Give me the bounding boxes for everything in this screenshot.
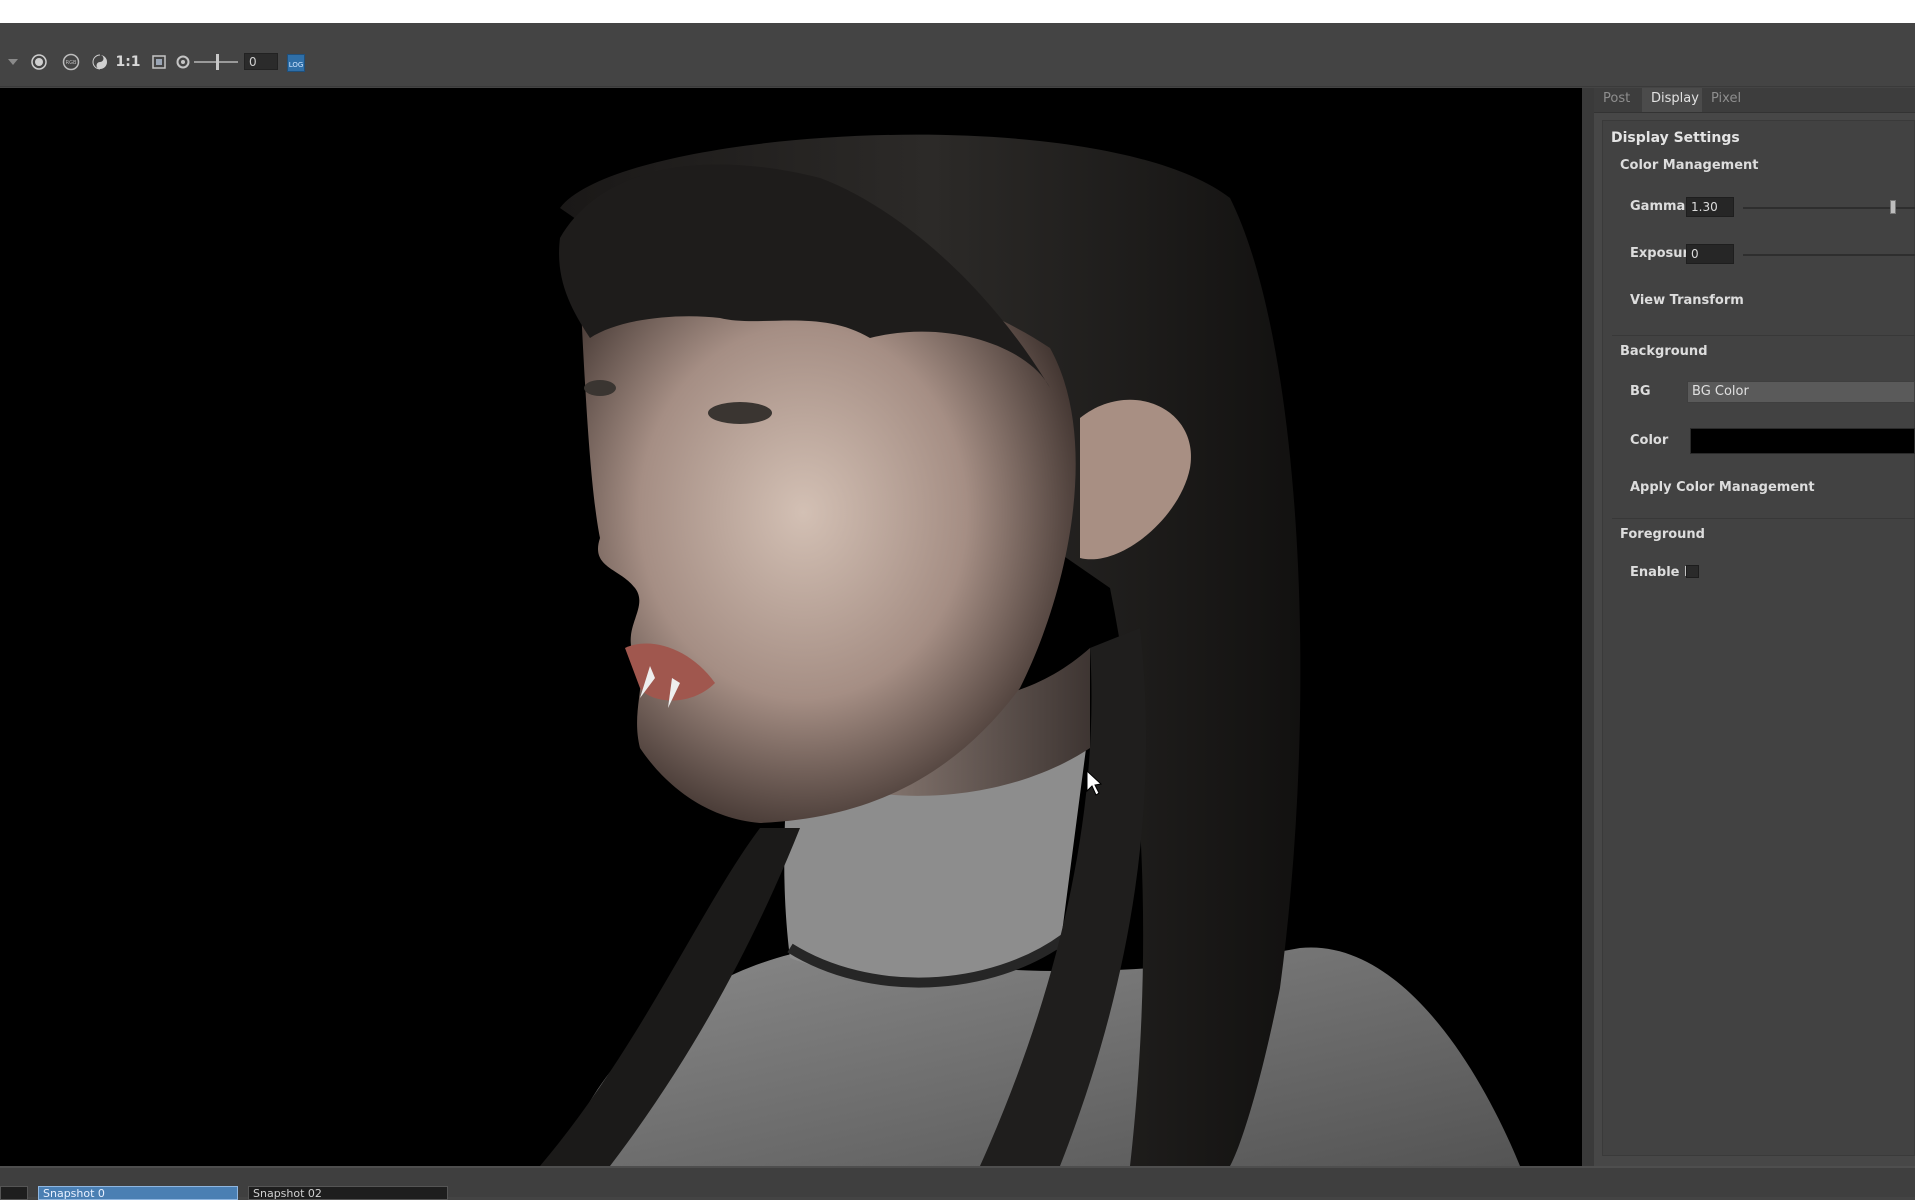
render-viewport[interactable] (0, 88, 1582, 1166)
bg-label: BG (1630, 384, 1651, 399)
rgb-icon[interactable]: RGB (61, 52, 81, 72)
display-settings-group (1602, 120, 1915, 1156)
bg-color-swatch[interactable] (1690, 428, 1915, 454)
gamma-field[interactable]: 1.30 (1686, 197, 1734, 217)
tab-display[interactable]: Display (1642, 88, 1702, 112)
exposure-field[interactable]: 0 (244, 53, 278, 70)
eye-right (708, 402, 772, 424)
section-title-color-management[interactable]: Color Management (1620, 158, 1759, 173)
title-strip (0, 0, 1915, 23)
log-toggle-icon[interactable]: LOG (287, 54, 305, 72)
bg-dropdown[interactable]: BG Color (1687, 381, 1915, 403)
tab-pixel[interactable]: Pixel (1702, 88, 1754, 112)
exposure-panel-field[interactable]: 0 (1686, 244, 1734, 264)
gamma-label: Gamma (1630, 199, 1686, 214)
section-title-display-settings: Display Settings (1611, 130, 1740, 146)
dropdown-arrow-icon[interactable] (6, 52, 20, 72)
view-transform-label: View Transform (1630, 293, 1744, 308)
gamma-slider-handle[interactable] (1890, 200, 1896, 214)
panel-tabs: Post Display Pixel (1594, 88, 1915, 113)
enable-foreground-label: Enable F (1630, 565, 1693, 580)
enable-foreground-checkbox[interactable] (1686, 565, 1699, 578)
frame-icon[interactable] (150, 52, 168, 72)
apply-color-management-label[interactable]: Apply Color Management (1630, 480, 1815, 495)
svg-text:RGB: RGB (66, 60, 77, 66)
divider (1612, 335, 1915, 336)
section-title-background[interactable]: Background (1620, 344, 1708, 359)
tab-post[interactable]: Post (1594, 88, 1642, 112)
yinyang-icon[interactable] (90, 52, 110, 72)
sun-icon[interactable] (29, 52, 49, 72)
aperture-icon[interactable] (174, 52, 192, 72)
render-image (0, 88, 1582, 1166)
snapshot-tab[interactable]: Snapshot 02 (248, 1186, 448, 1200)
divider (1612, 518, 1915, 519)
exposure-panel-slider-track[interactable] (1743, 254, 1915, 256)
exposure-label: Exposur (1630, 246, 1689, 261)
exposure-slider-handle[interactable] (216, 54, 219, 70)
viewport-splitter[interactable] (1582, 88, 1594, 1166)
snapshot-partial[interactable] (0, 1186, 28, 1200)
section-title-foreground[interactable]: Foreground (1620, 527, 1705, 542)
snapshot-tab-selected[interactable]: Snapshot 0 (38, 1186, 238, 1200)
color-label: Color (1630, 433, 1669, 448)
ratio-1-1-button[interactable]: 1:1 (115, 52, 140, 72)
eye-left (584, 380, 616, 396)
